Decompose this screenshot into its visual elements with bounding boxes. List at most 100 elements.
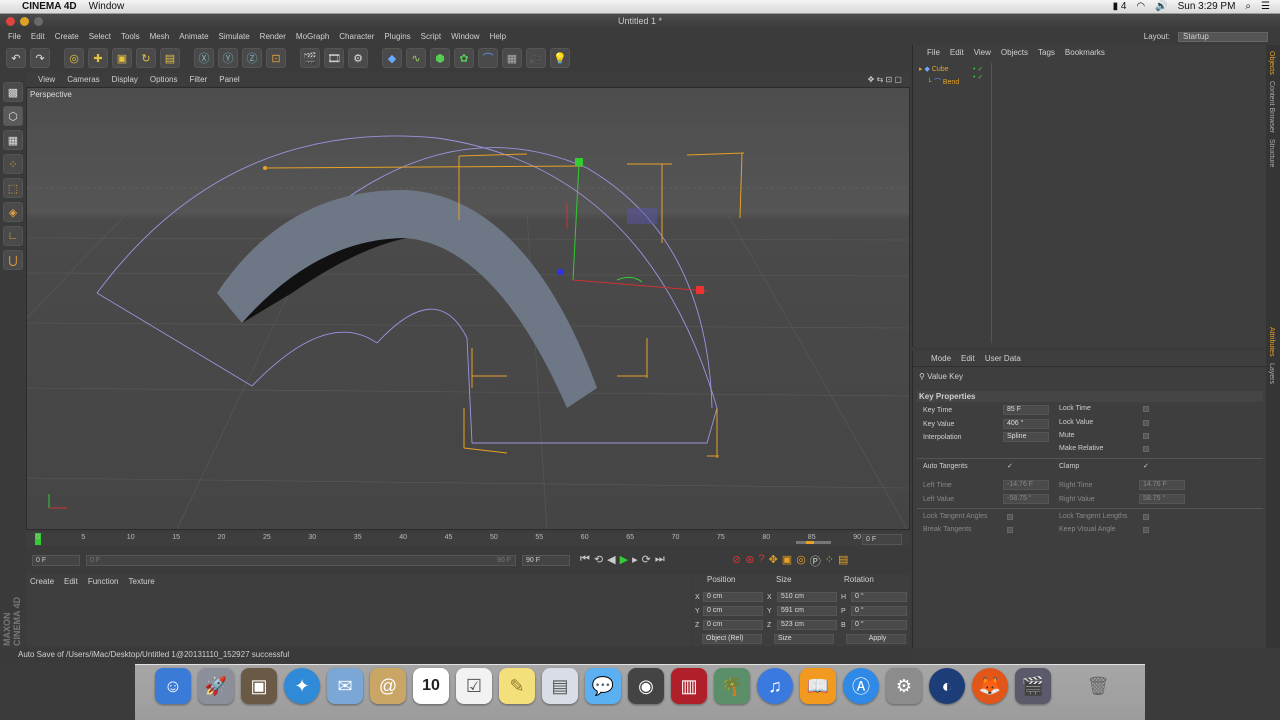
left-value-field[interactable]: -58.75 ° [1003,494,1049,504]
attr-menu-mode[interactable]: Mode [931,354,951,363]
redo-icon[interactable]: ↷ [30,48,50,68]
subdivision-icon[interactable]: ⬢ [430,48,450,68]
tab-objects[interactable]: Objects [1268,51,1275,75]
safari-icon[interactable]: ✦ [284,668,320,704]
size-y-field[interactable]: 591 cm [777,606,837,616]
messages-icon[interactable]: 💬 [585,668,621,704]
contacts-icon[interactable]: @ [370,668,406,704]
appstore-icon[interactable]: Ⓐ [843,668,879,704]
notes-icon[interactable]: ✎ [499,668,535,704]
size-z-field[interactable]: 523 cm [777,620,837,630]
menu-plugins[interactable]: Plugins [384,32,410,41]
edges-mode-icon[interactable]: ⬚ [3,178,23,198]
prev-frame-icon[interactable]: ◀ [607,553,615,566]
preferences-icon[interactable]: ⚙ [886,668,922,704]
menu-file[interactable]: File [8,32,21,41]
vp-menu-cameras[interactable]: Cameras [67,75,99,84]
itunes-icon[interactable]: ♫ [757,668,793,704]
array-icon[interactable]: ✿ [454,48,474,68]
left-time-field[interactable]: -14.76 F [1003,480,1049,490]
tab-attributes[interactable]: Attributes [1268,327,1275,357]
undo-icon[interactable]: ↶ [6,48,26,68]
render-view-icon[interactable]: 🎬 [300,48,320,68]
attr-menu-userdata[interactable]: User Data [985,354,1021,363]
size-x-field[interactable]: 510 cm [777,592,837,602]
param-key-icon[interactable]: Ⓟ [810,553,821,569]
scale-icon[interactable]: ▣ [112,48,132,68]
mute-checkbox[interactable] [1143,432,1149,439]
vp-menu-options[interactable]: Options [150,75,178,84]
coord-mode-select[interactable]: Object (Rel) [702,634,762,644]
obj-menu-tags[interactable]: Tags [1038,48,1055,57]
visibility-checks[interactable]: • ✓ • ✓ [973,65,983,81]
cube-icon[interactable]: ◆ [382,48,402,68]
texture-mode-icon[interactable]: ▦ [3,130,23,150]
zoom-icon[interactable] [34,17,43,26]
trash-icon[interactable]: 🗑 [1080,668,1116,704]
frame-range-slider[interactable]: 0 F 90 F [86,555,516,566]
mac-menu-window[interactable]: Window [89,1,125,12]
scale-key-icon[interactable]: ▣ [782,553,792,569]
vp-menu-view[interactable]: View [38,75,55,84]
obj-menu-file[interactable]: File [927,48,940,57]
lock-time-checkbox[interactable] [1143,405,1149,412]
mat-menu-function[interactable]: Function [88,577,119,586]
coord-size-mode-select[interactable]: Size [774,634,834,644]
recent-tool-icon[interactable]: ▤ [160,48,180,68]
preview-icon[interactable]: ▤ [542,668,578,704]
launchpad-icon[interactable]: 🚀 [198,668,234,704]
close-icon[interactable] [6,17,15,26]
current-frame-field[interactable]: 0 F [862,534,902,545]
tab-content-browser[interactable]: Content Browser [1268,81,1275,133]
position-y-field[interactable]: 0 cm [703,606,763,616]
key-time-field[interactable]: 85 F [1003,405,1049,415]
prev-key-icon[interactable]: ⟲ [594,553,603,566]
tab-layers[interactable]: Layers [1268,363,1275,384]
section-key-properties[interactable]: Key Properties [917,391,1263,402]
end-frame-field[interactable]: 90 F [522,555,570,566]
auto-tangents-checkbox[interactable]: ✓ [1007,462,1013,470]
x-axis-icon[interactable]: Ⓧ [194,48,214,68]
finder-icon[interactable]: ☺ [155,668,191,704]
app-menu[interactable]: CINEMA 4D [22,1,77,12]
object-item-bend[interactable]: └ ⌒ Bend [927,77,959,87]
menu-animate[interactable]: Animate [179,32,208,41]
go-to-start-icon[interactable]: ⏮ [580,553,590,566]
menu-create[interactable]: Create [55,32,79,41]
lock-tangent-angles-checkbox[interactable] [1007,513,1013,520]
render-settings-icon[interactable]: ⚙ [348,48,368,68]
render-picture-viewer-icon[interactable]: 🎞 [324,48,344,68]
break-tangents-checkbox[interactable] [1007,526,1013,533]
spline-pen-icon[interactable]: ∿ [406,48,426,68]
keep-visual-angle-checkbox[interactable] [1143,526,1149,533]
keyframe-selection-icon[interactable]: ? [758,553,764,569]
minimize-icon[interactable] [20,17,29,26]
clock[interactable]: Sun 3:29 PM [1178,1,1236,12]
wifi-icon[interactable]: ◠ [1136,1,1145,12]
object-item-cube[interactable]: ▸ ◆ Cube [919,65,949,73]
timeline-window-icon[interactable]: ▤ [838,553,848,569]
menu-help[interactable]: Help [490,32,506,41]
interpolation-select[interactable]: Spline [1003,432,1049,442]
iphoto-icon[interactable]: 🌴 [714,668,750,704]
points-mode-icon[interactable]: ⁘ [3,154,23,174]
floor-icon[interactable]: ▦ [502,48,522,68]
menu-render[interactable]: Render [260,32,286,41]
attr-menu-edit[interactable]: Edit [961,354,975,363]
make-relative-checkbox[interactable] [1143,445,1149,452]
rotation-h-field[interactable]: 0 ° [851,592,907,602]
bend-deformer-icon[interactable]: ⌒ [478,48,498,68]
apply-button[interactable]: Apply [846,634,906,644]
y-axis-icon[interactable]: Ⓨ [218,48,238,68]
live-select-icon[interactable]: ◎ [64,48,84,68]
obj-menu-objects[interactable]: Objects [1001,48,1028,57]
snap-icon[interactable]: ⋃ [3,250,23,270]
workplane-icon[interactable]: ∟ [3,226,23,246]
menu-tools[interactable]: Tools [121,32,140,41]
facetime-icon[interactable]: ◉ [628,668,664,704]
layout-select[interactable]: Startup [1178,31,1268,42]
clamp-checkbox[interactable]: ✓ [1143,462,1149,470]
lock-tangent-lengths-checkbox[interactable] [1143,513,1149,520]
volume-icon[interactable]: 🔊 [1155,1,1167,12]
notifications-icon[interactable]: ☰ [1261,1,1270,12]
